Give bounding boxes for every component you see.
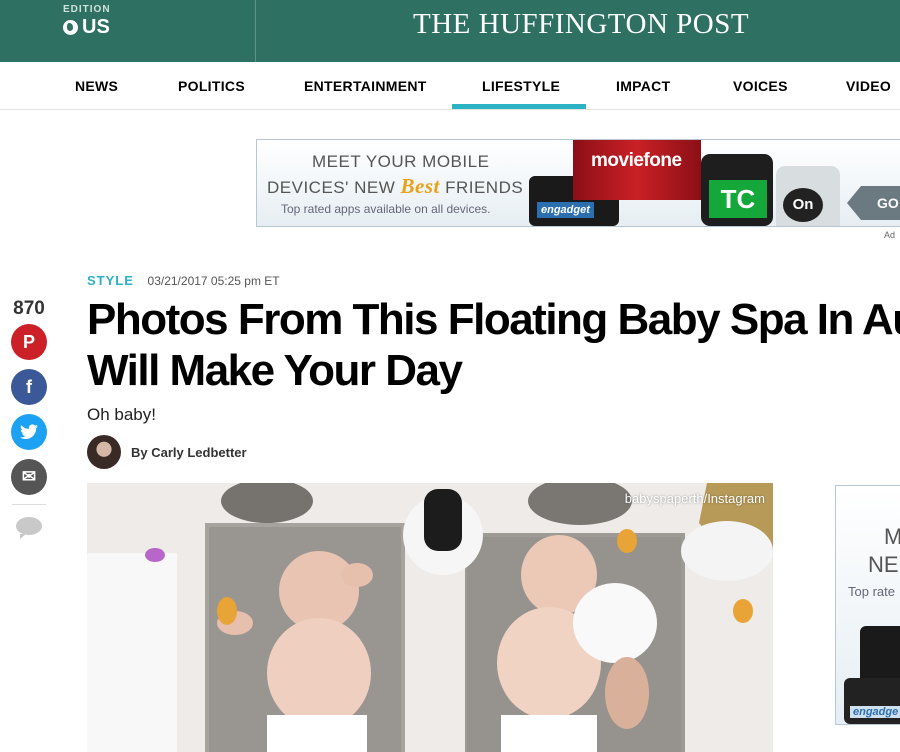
globe-icon — [63, 20, 78, 35]
site-header: EDITION US THE HUFFINGTON POST — [0, 0, 900, 62]
twitter-icon — [20, 424, 38, 440]
ad-line2: DEVICES' NEW Best FRIENDS — [267, 174, 524, 198]
sidebar-engadget-logo: engadge — [850, 706, 900, 718]
share-rail: 870 P f ✉ — [10, 298, 48, 539]
engadget-logo: engadget — [537, 202, 594, 218]
nav-entertainment[interactable]: ENTERTAINMENT — [304, 78, 427, 94]
pinterest-icon: P — [22, 331, 35, 352]
article-subhead: Oh baby! — [87, 405, 156, 424]
facebook-share-button[interactable]: f — [11, 369, 47, 405]
section-label[interactable]: STYLE — [87, 273, 134, 288]
ad-choices-label[interactable]: Ad — [884, 230, 895, 240]
timestamp: 03/21/2017 05:25 pm ET — [147, 274, 280, 288]
article-photo[interactable]: babyspaperth/Instagram — [87, 483, 773, 752]
ad-go-button[interactable]: GO — [847, 186, 900, 220]
edition-value: US — [82, 16, 110, 38]
email-share-button[interactable]: ✉ — [11, 459, 47, 495]
baby-spa-image — [87, 483, 773, 752]
sidebar-ad-line2: NE — [868, 552, 899, 577]
ad-line1: MEET YOUR MOBILE — [312, 152, 490, 171]
author-byline[interactable]: By Carly Ledbetter — [87, 435, 247, 469]
nav-politics[interactable]: POLITICS — [178, 78, 245, 94]
on-logo: On — [783, 188, 823, 222]
nav-video[interactable]: VIDEO — [846, 78, 891, 94]
nav-impact[interactable]: IMPACT — [616, 78, 670, 94]
nav-lifestyle[interactable]: LIFESTYLE — [482, 78, 560, 94]
ad-line3: Top rated apps available on all devices. — [281, 202, 491, 216]
moviefone-logo: moviefone — [573, 140, 701, 200]
twitter-share-button[interactable] — [11, 414, 47, 450]
main-nav: NEWS POLITICS ENTERTAINMENT LIFESTYLE IM… — [0, 62, 900, 110]
facebook-icon: f — [26, 376, 32, 397]
nav-voices[interactable]: VOICES — [733, 78, 788, 94]
site-logo[interactable]: THE HUFFINGTON POST — [413, 8, 749, 41]
email-icon: ✉ — [21, 467, 37, 486]
headline-line1: Photos From This Floating Baby Spa In Au… — [87, 295, 900, 344]
sidebar-ad-line3: Top rate — [848, 584, 895, 599]
ad-banner[interactable]: MEET YOUR MOBILE DEVICES' NEW Best FRIEN… — [256, 139, 900, 227]
author-avatar[interactable] — [87, 435, 121, 469]
article-meta: STYLE 03/21/2017 05:25 pm ET — [87, 273, 280, 288]
article-headline: Photos From This Floating Baby Spa In Au… — [87, 294, 900, 396]
nav-active-indicator — [452, 104, 586, 109]
sidebar-ad[interactable]: M NE Top rate engadge — [835, 485, 900, 725]
header-divider — [255, 0, 256, 62]
techcrunch-logo: TC — [709, 180, 767, 218]
share-count: 870 — [13, 298, 45, 319]
headline-line2: Will Make Your Day — [87, 346, 463, 395]
sidebar-ad-line1: M — [884, 524, 900, 550]
edition-label: EDITION — [63, 4, 111, 15]
edition-selector[interactable]: EDITION US — [63, 4, 111, 39]
photo-credit: babyspaperth/Instagram — [624, 491, 765, 506]
pinterest-share-button[interactable]: P — [11, 324, 47, 360]
comment-icon[interactable] — [16, 517, 42, 539]
share-divider — [12, 504, 46, 505]
nav-news[interactable]: NEWS — [75, 78, 118, 94]
author-name[interactable]: By Carly Ledbetter — [131, 445, 247, 460]
